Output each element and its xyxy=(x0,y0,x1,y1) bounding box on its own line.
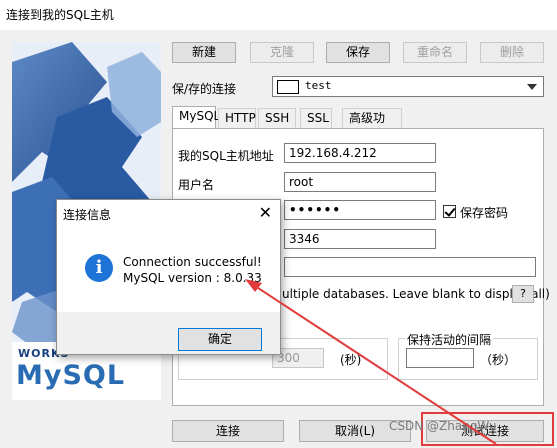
mysql-logo: MySQL xyxy=(16,360,126,391)
host-label: 我的SQL主机地址 xyxy=(178,149,274,163)
host-input[interactable]: 192.168.4.212 xyxy=(284,143,436,163)
color-swatch xyxy=(277,80,299,94)
chevron-down-icon xyxy=(527,84,537,90)
dialog-title: 连接信息 xyxy=(63,208,112,222)
ok-button[interactable]: 确定 xyxy=(178,328,262,351)
dialog-title-bar: 连接信息 ✕ xyxy=(57,200,280,226)
database-input[interactable] xyxy=(284,257,536,277)
saved-connection-value: test xyxy=(305,79,332,92)
user-label: 用户名 xyxy=(178,178,215,192)
tab-mysql[interactable]: MySQL xyxy=(172,106,220,128)
help-button[interactable]: ? xyxy=(512,285,534,303)
saved-connection-select[interactable]: test xyxy=(272,76,544,97)
keepalive-input[interactable] xyxy=(406,348,474,368)
close-icon[interactable]: ✕ xyxy=(259,203,272,222)
watermark: CSDN @ZhangWu xyxy=(389,419,497,433)
title-bar: 连接到我的SQL主机 xyxy=(0,0,557,30)
database-hint: ultiple databases. Leave blank to displa… xyxy=(282,287,550,301)
dialog-body: i Connection successful! MySQL version :… xyxy=(57,226,280,312)
dialog-message-line2: MySQL version : 8.0.33 xyxy=(123,271,262,285)
clone-button[interactable]: 克隆 xyxy=(250,42,314,63)
username-input[interactable]: root xyxy=(284,172,436,192)
rename-button[interactable]: 重命名 xyxy=(403,42,467,63)
delete-button[interactable]: 删除 xyxy=(480,42,544,63)
tab-ssh[interactable]: SSH xyxy=(258,108,296,128)
save-password-label: 保存密码 xyxy=(460,206,509,220)
tab-ssl[interactable]: SSL xyxy=(300,108,332,128)
keepalive-unit: （秒） xyxy=(480,353,517,367)
save-button[interactable]: 保存 xyxy=(326,42,390,63)
tab-http[interactable]: HTTP xyxy=(218,108,256,128)
password-input[interactable]: •••••• xyxy=(284,200,436,220)
dialog-message-line1: Connection successful! xyxy=(123,255,262,269)
info-icon: i xyxy=(85,254,113,282)
tab-advanced[interactable]: 高级功能 xyxy=(342,108,402,144)
connect-button[interactable]: 连接 xyxy=(172,420,284,442)
window-title: 连接到我的SQL主机 xyxy=(6,8,114,22)
timeout-unit: (秒) xyxy=(340,353,362,367)
port-input[interactable]: 3346 xyxy=(284,229,436,249)
saved-connection-label: 保/存的连接 xyxy=(172,82,237,96)
connection-info-dialog: 连接信息 ✕ i Connection successful! MySQL ve… xyxy=(56,199,281,355)
new-button[interactable]: 新建 xyxy=(172,42,236,63)
save-password-checkbox[interactable] xyxy=(443,205,456,218)
keepalive-label: 保持活动的间隔 xyxy=(405,331,494,348)
